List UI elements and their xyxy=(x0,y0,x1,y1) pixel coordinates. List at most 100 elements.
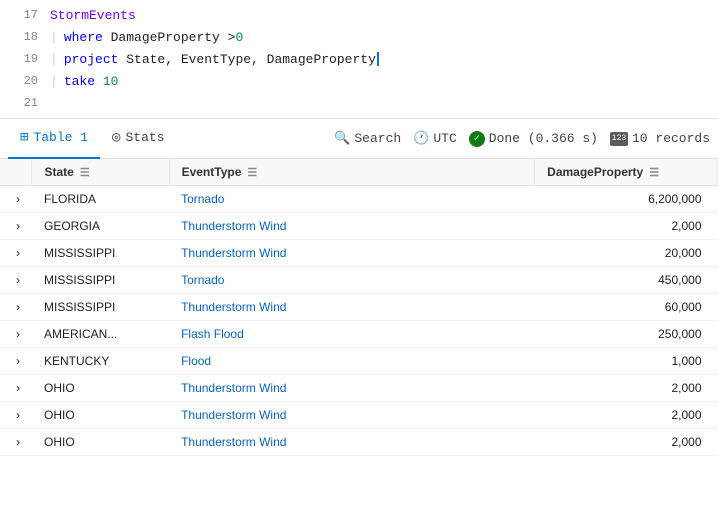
records-count: 123 10 records xyxy=(610,131,710,146)
expand-cell[interactable]: › xyxy=(0,240,32,267)
stats-icon: ◎ xyxy=(112,129,120,146)
expand-cell[interactable]: › xyxy=(0,213,32,240)
cell-damage: 60,000 xyxy=(535,294,718,321)
table-row: ›OHIOThunderstorm Wind2,000 xyxy=(0,375,718,402)
col-header-state[interactable]: State ☰ xyxy=(32,159,169,186)
table-header-row: State ☰ EventType ☰ DamageProperty ☰ xyxy=(0,159,718,186)
cell-eventtype: Flood xyxy=(169,348,535,375)
done-status: ✓ Done (0.366 s) xyxy=(469,131,598,147)
cell-damage: 6,200,000 xyxy=(535,186,718,213)
search-icon: 🔍 xyxy=(334,131,350,146)
search-label: Search xyxy=(354,131,401,146)
code-token: DamageProperty > xyxy=(103,30,236,45)
code-line-21: 21 xyxy=(0,92,718,114)
utc-button[interactable]: 🕐 UTC xyxy=(413,131,457,146)
expand-cell[interactable]: › xyxy=(0,429,32,456)
done-icon: ✓ xyxy=(469,131,485,147)
code-line-17: 17 StormEvents xyxy=(0,4,718,26)
search-button[interactable]: 🔍 Search xyxy=(334,131,401,146)
clock-icon: 🕐 xyxy=(413,131,429,146)
pipe-19: | xyxy=(50,52,58,67)
cell-state: OHIO xyxy=(32,375,169,402)
filter-icon-state[interactable]: ☰ xyxy=(80,166,90,179)
cell-state: MISSISSIPPI xyxy=(32,240,169,267)
cell-damage: 2,000 xyxy=(535,429,718,456)
expand-cell[interactable]: › xyxy=(0,294,32,321)
col-header-eventtype[interactable]: EventType ☰ xyxy=(169,159,535,186)
utc-label: UTC xyxy=(433,131,456,146)
cell-state: OHIO xyxy=(32,402,169,429)
cell-eventtype: Thunderstorm Wind xyxy=(169,429,535,456)
cell-state: FLORIDA xyxy=(32,186,169,213)
code-keyword-project: project xyxy=(64,52,119,67)
cell-eventtype: Tornado xyxy=(169,186,535,213)
cell-state: MISSISSIPPI xyxy=(32,267,169,294)
done-label: Done (0.366 s) xyxy=(489,131,598,146)
cell-damage: 20,000 xyxy=(535,240,718,267)
expand-cell[interactable]: › xyxy=(0,375,32,402)
tab-stats[interactable]: ◎ Stats xyxy=(100,119,176,159)
cell-eventtype: Thunderstorm Wind xyxy=(169,402,535,429)
toolbar-right: 🔍 Search 🕐 UTC ✓ Done (0.366 s) 123 10 r… xyxy=(334,131,710,147)
table-row: ›KENTUCKYFlood1,000 xyxy=(0,348,718,375)
line-number-20: 20 xyxy=(8,74,38,88)
table-body: ›FLORIDATornado6,200,000›GEORGIAThunders… xyxy=(0,186,718,456)
expand-cell[interactable]: › xyxy=(0,186,32,213)
toolbar: ⊞ Table 1 ◎ Stats 🔍 Search 🕐 UTC ✓ Done … xyxy=(0,119,718,159)
cell-eventtype: Thunderstorm Wind xyxy=(169,213,535,240)
table-row: ›OHIOThunderstorm Wind2,000 xyxy=(0,429,718,456)
code-token: StormEvents xyxy=(50,8,136,23)
code-keyword-take: take xyxy=(64,74,95,89)
code-token: 10 xyxy=(103,74,119,89)
cell-eventtype: Thunderstorm Wind xyxy=(169,294,535,321)
code-token xyxy=(95,74,103,89)
tab-table1[interactable]: ⊞ Table 1 xyxy=(8,119,100,159)
expand-cell[interactable]: › xyxy=(0,321,32,348)
cell-damage: 2,000 xyxy=(535,375,718,402)
col-header-damage[interactable]: DamageProperty ☰ xyxy=(535,159,718,186)
table-row: ›MISSISSIPPITornado450,000 xyxy=(0,267,718,294)
cursor xyxy=(377,52,379,66)
records-icon: 123 xyxy=(610,132,628,146)
expand-header xyxy=(0,159,32,186)
filter-icon-eventtype[interactable]: ☰ xyxy=(247,166,257,179)
code-line-18: 18 | where DamageProperty > 0 xyxy=(0,26,718,48)
expand-cell[interactable]: › xyxy=(0,348,32,375)
cell-eventtype: Tornado xyxy=(169,267,535,294)
cell-eventtype: Thunderstorm Wind xyxy=(169,240,535,267)
table-row: ›MISSISSIPPIThunderstorm Wind20,000 xyxy=(0,240,718,267)
line-number-19: 19 xyxy=(8,52,38,66)
table-row: ›MISSISSIPPIThunderstorm Wind60,000 xyxy=(0,294,718,321)
line-number-17: 17 xyxy=(8,8,38,22)
cell-eventtype: Flash Flood xyxy=(169,321,535,348)
cell-state: AMERICAN... xyxy=(32,321,169,348)
cell-damage: 250,000 xyxy=(535,321,718,348)
line-number-21: 21 xyxy=(8,96,38,110)
pipe-20: | xyxy=(50,74,58,89)
cell-state: MISSISSIPPI xyxy=(32,294,169,321)
table-row: ›AMERICAN...Flash Flood250,000 xyxy=(0,321,718,348)
results-table: State ☰ EventType ☰ DamageProperty ☰ xyxy=(0,159,718,456)
cell-state: GEORGIA xyxy=(32,213,169,240)
pipe-18: | xyxy=(50,30,58,45)
cell-damage: 1,000 xyxy=(535,348,718,375)
tab-table1-label: Table 1 xyxy=(33,130,88,145)
cell-damage: 450,000 xyxy=(535,267,718,294)
code-line-20: 20 | take 10 xyxy=(0,70,718,92)
cell-state: OHIO xyxy=(32,429,169,456)
table-row: ›GEORGIAThunderstorm Wind2,000 xyxy=(0,213,718,240)
records-label: 10 records xyxy=(632,131,710,146)
code-token: 0 xyxy=(235,30,243,45)
code-line-19: 19 | project State, EventType, DamagePro… xyxy=(0,48,718,70)
expand-cell[interactable]: › xyxy=(0,267,32,294)
cell-damage: 2,000 xyxy=(535,213,718,240)
cell-eventtype: Thunderstorm Wind xyxy=(169,375,535,402)
table-row: ›FLORIDATornado6,200,000 xyxy=(0,186,718,213)
cell-damage: 2,000 xyxy=(535,402,718,429)
filter-icon-damage[interactable]: ☰ xyxy=(649,166,659,179)
expand-cell[interactable]: › xyxy=(0,402,32,429)
table-icon: ⊞ xyxy=(20,129,28,146)
code-keyword-where: where xyxy=(64,30,103,45)
results-table-container: State ☰ EventType ☰ DamageProperty ☰ xyxy=(0,159,718,456)
tab-stats-label: Stats xyxy=(125,130,164,145)
